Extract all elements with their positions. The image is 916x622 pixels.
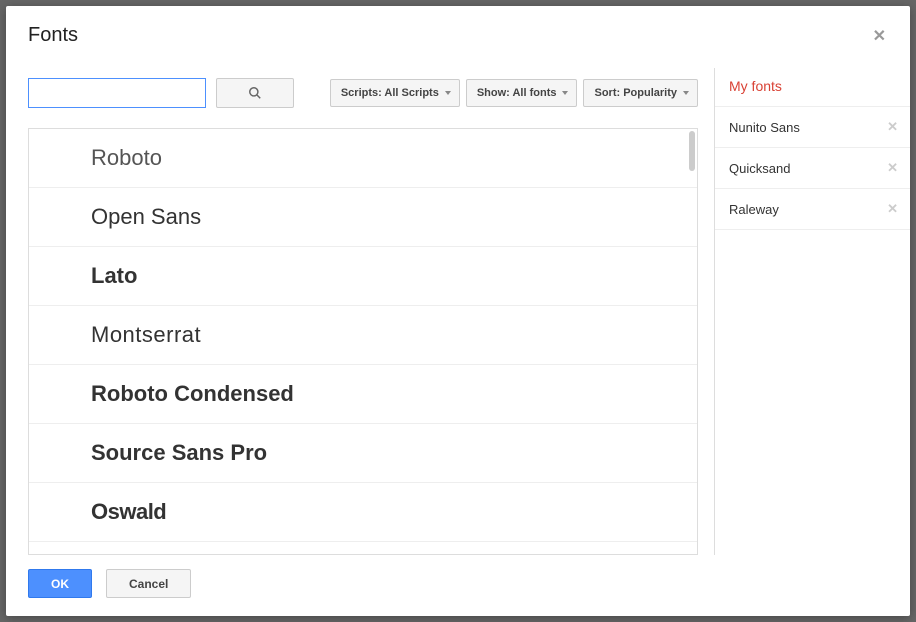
font-item[interactable]: Lato — [29, 247, 697, 306]
dialog-body: Scripts: All Scripts Show: All fonts Sor… — [6, 62, 910, 555]
my-font-item[interactable]: Raleway ✕ — [715, 188, 910, 230]
main-column: Scripts: All Scripts Show: All fonts Sor… — [28, 62, 714, 555]
my-fonts-list: Nunito Sans ✕ Quicksand ✕ Raleway ✕ — [715, 106, 910, 230]
toolbar: Scripts: All Scripts Show: All fonts Sor… — [28, 78, 698, 108]
dialog-header: Fonts ✕ — [6, 6, 910, 62]
show-filter[interactable]: Show: All fonts — [466, 79, 578, 107]
my-font-label: Quicksand — [729, 161, 790, 176]
ok-button[interactable]: OK — [28, 569, 92, 598]
my-font-label: Raleway — [729, 202, 779, 217]
dialog-footer: OK Cancel — [6, 555, 910, 616]
font-item[interactable]: Open Sans — [29, 188, 697, 247]
dialog-title: Fonts — [28, 24, 78, 47]
font-item[interactable]: Oswald — [29, 483, 697, 542]
scripts-filter-label: Scripts: All Scripts — [341, 87, 439, 99]
caret-down-icon — [445, 91, 451, 95]
fonts-dialog: Fonts ✕ Scripts: All Scripts — [6, 6, 910, 616]
filter-group: Scripts: All Scripts Show: All fonts Sor… — [330, 79, 698, 107]
my-fonts-panel: My fonts Nunito Sans ✕ Quicksand ✕ Raleway ✕ — [714, 68, 910, 555]
close-button[interactable]: ✕ — [869, 24, 890, 48]
scripts-filter[interactable]: Scripts: All Scripts — [330, 79, 460, 107]
caret-down-icon — [683, 91, 689, 95]
font-item[interactable]: Montserrat — [29, 306, 697, 365]
search-icon — [248, 86, 262, 100]
scrollbar-thumb[interactable] — [689, 131, 695, 171]
font-item[interactable]: Roboto Condensed — [29, 365, 697, 424]
caret-down-icon — [562, 91, 568, 95]
my-font-item[interactable]: Quicksand ✕ — [715, 147, 910, 188]
font-list[interactable]: RobotoOpen SansLatoMontserratRoboto Cond… — [29, 129, 697, 554]
my-fonts-title: My fonts — [715, 68, 910, 106]
sort-filter-label: Sort: Popularity — [594, 87, 677, 99]
remove-font-icon[interactable]: ✕ — [887, 160, 898, 176]
my-font-item[interactable]: Nunito Sans ✕ — [715, 106, 910, 147]
cancel-button[interactable]: Cancel — [106, 569, 191, 598]
font-item[interactable]: Source Sans Pro — [29, 424, 697, 483]
search-button[interactable] — [216, 78, 294, 108]
search-input[interactable] — [28, 78, 206, 108]
show-filter-label: Show: All fonts — [477, 87, 557, 99]
remove-font-icon[interactable]: ✕ — [887, 201, 898, 217]
remove-font-icon[interactable]: ✕ — [887, 119, 898, 135]
font-item[interactable]: Roboto — [29, 129, 697, 188]
font-list-container: RobotoOpen SansLatoMontserratRoboto Cond… — [28, 128, 698, 555]
sort-filter[interactable]: Sort: Popularity — [583, 79, 698, 107]
my-font-label: Nunito Sans — [729, 120, 800, 135]
